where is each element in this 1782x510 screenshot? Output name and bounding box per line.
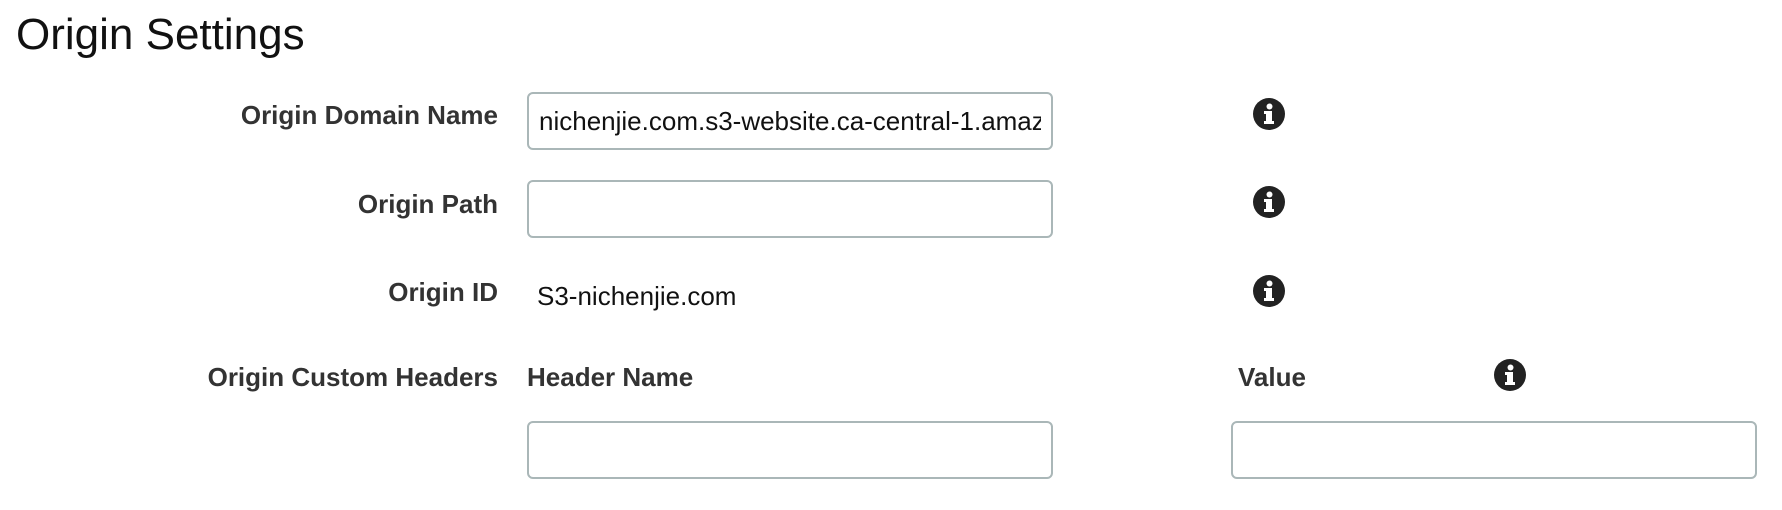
value-column-label: Value [1238,362,1306,392]
info-icon[interactable] [1252,97,1286,131]
header-name-column-label: Header Name [527,362,694,392]
origin-domain-name-label: Origin Domain Name [240,100,498,130]
info-icon[interactable] [1252,274,1286,308]
origin-path-input[interactable] [527,180,1053,238]
header-name-input[interactable] [527,421,1053,479]
origin-id-value: S3-nichenjie.com [537,281,737,311]
info-icon[interactable] [1493,358,1527,392]
origin-path-label: Origin Path [357,189,498,219]
origin-domain-name-input[interactable] [527,92,1053,150]
origin-id-label: Origin ID [388,277,498,307]
info-icon[interactable] [1252,185,1286,219]
header-value-input[interactable] [1231,421,1757,479]
origin-custom-headers-label: Origin Custom Headers [207,362,498,392]
section-title: Origin Settings [16,10,305,59]
